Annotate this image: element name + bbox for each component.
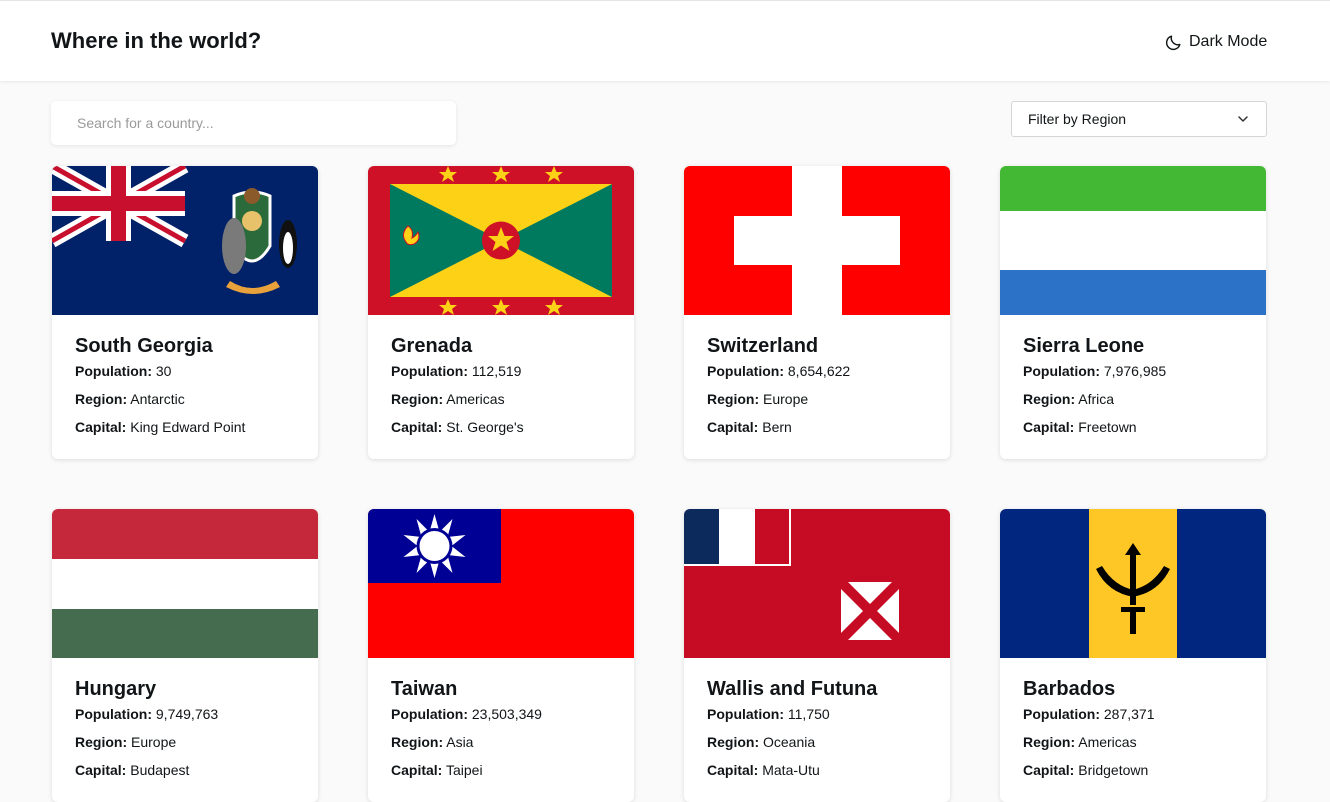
capital-label: Capital: <box>75 762 127 778</box>
flag-image-switzerland <box>684 166 950 315</box>
region-label: Region: <box>75 391 128 407</box>
capital-label: Capital: <box>391 762 443 778</box>
search-box[interactable] <box>51 101 456 145</box>
population-value: 112,519 <box>471 363 522 379</box>
flag-image-grenada <box>368 166 634 315</box>
country-card-sierra-leone[interactable]: Sierra Leone Population: 7,976,985 Regio… <box>1000 166 1266 459</box>
moon-icon <box>1165 34 1181 50</box>
country-card-taiwan[interactable]: Taiwan Population: 23,503,349 Region: As… <box>368 509 634 802</box>
country-name: Hungary <box>75 678 157 700</box>
app-header: Where in the world? Dark Mode <box>0 0 1330 81</box>
region-filter-select[interactable]: Filter by Region <box>1011 101 1267 137</box>
chevron-down-icon <box>1238 116 1248 122</box>
region-value: Oceania <box>763 734 816 750</box>
population-label: Population: <box>707 363 784 379</box>
country-name: Taiwan <box>391 678 458 700</box>
dark-mode-label: Dark Mode <box>1189 33 1268 50</box>
population-label: Population: <box>1023 363 1100 379</box>
population-value: 7,976,985 <box>1103 363 1167 379</box>
region-value: Americas <box>446 391 505 407</box>
region-label: Region: <box>1023 734 1076 750</box>
country-card-south-georgia[interactable]: South Georgia Population: 30 Region: Ant… <box>52 166 318 459</box>
capital-value: King Edward Point <box>130 419 246 435</box>
country-name: Wallis and Futuna <box>707 678 878 700</box>
country-name: Barbados <box>1023 678 1116 700</box>
population-label: Population: <box>391 363 468 379</box>
population-label: Population: <box>707 706 784 722</box>
flag-image-sierra-leone <box>1000 166 1266 315</box>
population-label: Population: <box>75 706 152 722</box>
region-label: Region: <box>75 734 128 750</box>
capital-label: Capital: <box>707 419 759 435</box>
country-card-hungary[interactable]: Hungary Population: 9,749,763 Region: Eu… <box>52 509 318 802</box>
region-value: Antarctic <box>130 391 185 407</box>
region-label: Region: <box>1023 391 1076 407</box>
capital-value: Bern <box>762 419 792 435</box>
capital-label: Capital: <box>391 419 443 435</box>
population-value: 9,749,763 <box>155 706 219 722</box>
dark-mode-toggle[interactable]: Dark Mode <box>1164 31 1267 53</box>
population-value: 11,750 <box>787 706 830 722</box>
population-value: 23,503,349 <box>471 706 542 722</box>
flag-image-taiwan <box>368 509 634 658</box>
population-value: 30 <box>155 363 172 379</box>
population-value: 287,371 <box>1103 706 1155 722</box>
capital-value: Freetown <box>1078 419 1137 435</box>
capital-label: Capital: <box>707 762 759 778</box>
capital-value: St. George's <box>446 419 524 435</box>
region-value: Americas <box>1078 734 1137 750</box>
capital-value: Bridgetown <box>1078 762 1149 778</box>
country-name: South Georgia <box>75 335 213 357</box>
flag-image-hungary <box>52 509 318 658</box>
population-value: 8,654,622 <box>787 363 851 379</box>
population-label: Population: <box>391 706 468 722</box>
flag-image-barbados <box>1000 509 1266 658</box>
population-label: Population: <box>75 363 152 379</box>
capital-value: Mata-Utu <box>762 762 820 778</box>
population-label: Population: <box>1023 706 1100 722</box>
region-value: Africa <box>1078 391 1115 407</box>
capital-value: Budapest <box>130 762 190 778</box>
country-name: Grenada <box>391 335 473 357</box>
region-label: Region: <box>391 734 444 750</box>
country-card-wallis-and-futuna[interactable]: Wallis and Futuna Population: 11,750 Reg… <box>684 509 950 802</box>
country-card-grenada[interactable]: Grenada Population: 112,519 Region: Amer… <box>368 166 634 459</box>
country-name: Switzerland <box>707 335 819 357</box>
flag-image-south-georgia <box>52 166 318 315</box>
capital-label: Capital: <box>1023 762 1075 778</box>
capital-label: Capital: <box>75 419 127 435</box>
region-label: Region: <box>707 734 760 750</box>
capital-value: Taipei <box>445 762 483 778</box>
region-label: Region: <box>707 391 760 407</box>
region-filter-label: Filter by Region <box>1028 111 1127 127</box>
region-value: Europe <box>763 391 809 407</box>
country-card-switzerland[interactable]: Switzerland Population: 8,654,622 Region… <box>684 166 950 459</box>
country-card-barbados[interactable]: Barbados Population: 287,371 Region: Ame… <box>1000 509 1266 802</box>
region-label: Region: <box>391 391 444 407</box>
country-name: Sierra Leone <box>1023 335 1145 357</box>
capital-label: Capital: <box>1023 419 1075 435</box>
page-title: Where in the world? <box>51 28 262 53</box>
region-value: Asia <box>446 734 474 750</box>
region-value: Europe <box>131 734 177 750</box>
search-input[interactable] <box>75 114 439 132</box>
flag-image-wallis-and-futuna <box>684 509 950 658</box>
